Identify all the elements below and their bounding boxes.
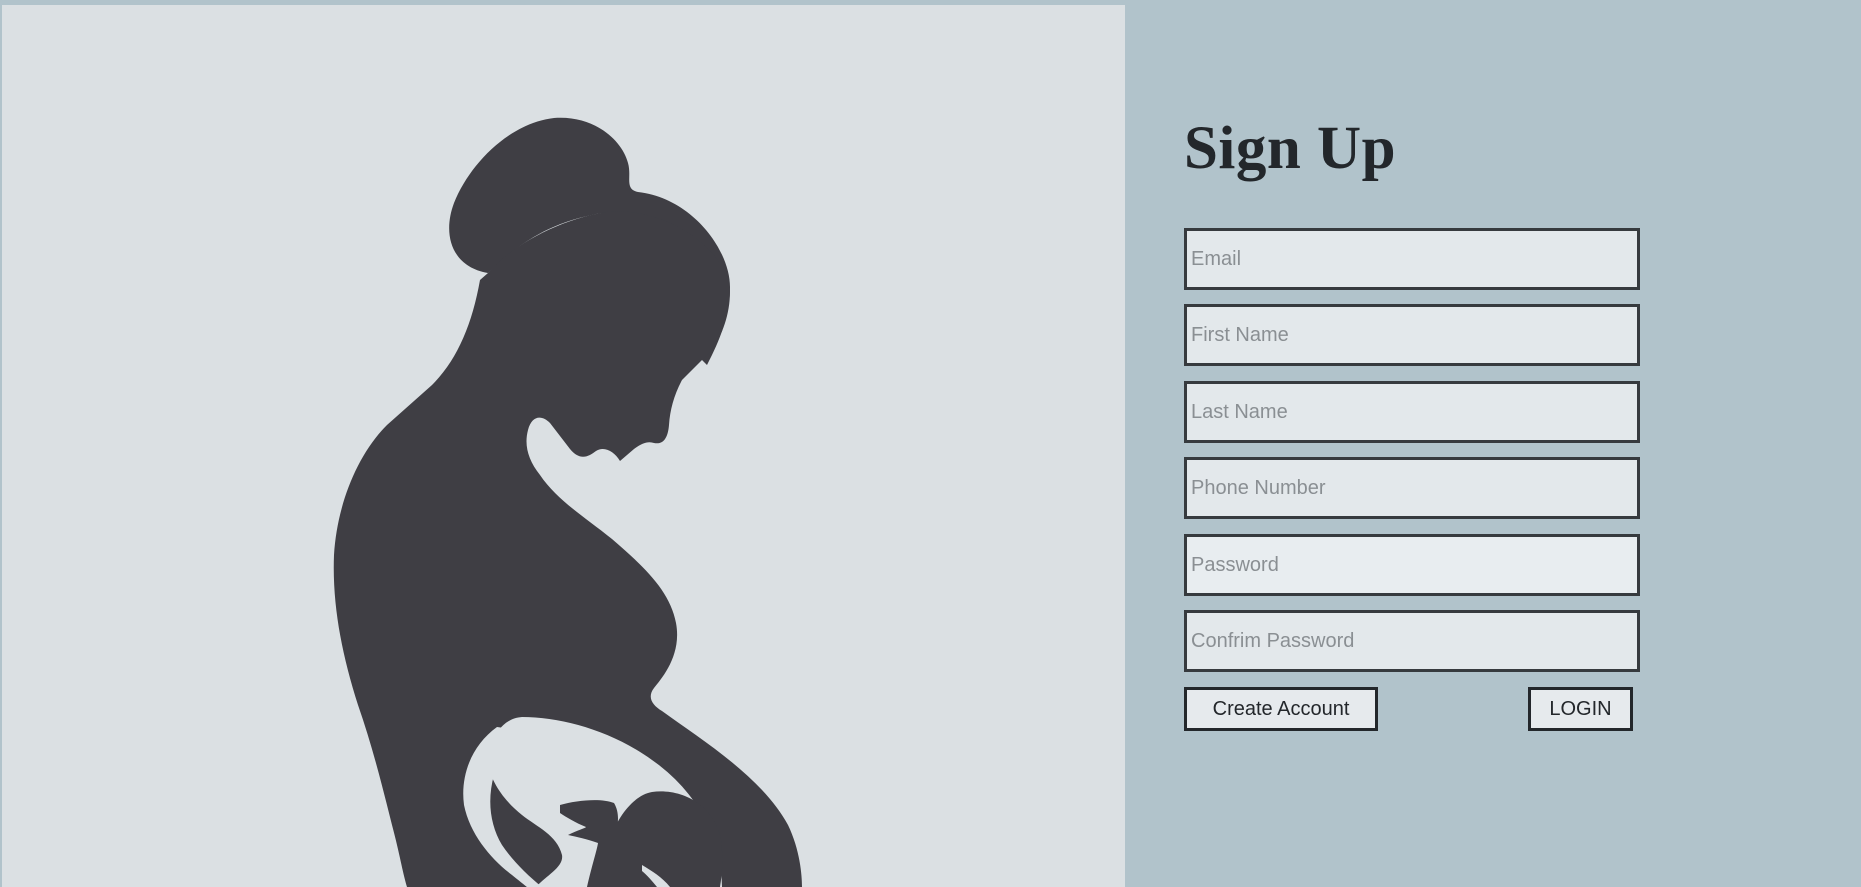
hero-panel — [2, 5, 1125, 887]
signup-panel: Sign Up Create Account LOGIN — [1125, 0, 1861, 887]
first-name-field[interactable] — [1184, 304, 1640, 366]
password-field[interactable] — [1184, 534, 1640, 596]
email-field[interactable] — [1184, 228, 1640, 290]
confirm-password-field[interactable] — [1184, 610, 1640, 672]
login-button[interactable]: LOGIN — [1528, 687, 1633, 731]
pregnant-woman-silhouette — [333, 117, 802, 887]
create-account-button[interactable]: Create Account — [1184, 687, 1378, 731]
last-name-field[interactable] — [1184, 381, 1640, 443]
page-title: Sign Up — [1184, 115, 1397, 182]
phone-number-field[interactable] — [1184, 457, 1640, 519]
